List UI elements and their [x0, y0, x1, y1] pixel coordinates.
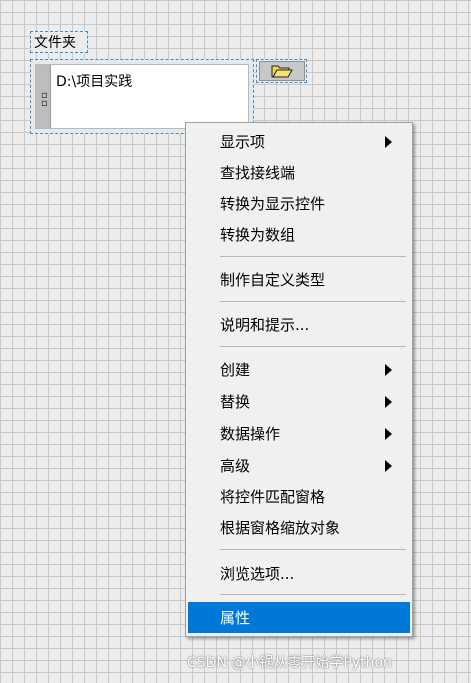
menu-item-properties[interactable]: 属性 — [188, 602, 410, 633]
menu-item-label: 根据窗格缩放对象 — [220, 519, 341, 537]
watermark: CSDN @小锅从零开始学Python — [187, 655, 392, 671]
menu-item-replace[interactable]: 替换 — [188, 386, 410, 417]
path-handle-icon: ▫ ▫ — [41, 90, 48, 109]
menu-item-make-type-def[interactable]: 制作自定义类型 — [188, 264, 410, 295]
menu-item-label: 创建 — [220, 361, 251, 379]
menu-item-label: 制作自定义类型 — [220, 271, 326, 289]
submenu-arrow-icon — [385, 363, 392, 376]
menu-item-label: 浏览选项... — [220, 565, 295, 583]
menu-item-scale-object-with-pane[interactable]: 根据窗格缩放对象 — [188, 512, 410, 543]
menu-item-display-items[interactable]: 显示项 — [188, 126, 410, 157]
path-field[interactable]: ▫ ▫ D:\项目实践 — [35, 64, 249, 129]
menu-item-change-to-array[interactable]: 转换为数组 — [188, 219, 410, 250]
menu-item-change-to-indicator[interactable]: 转换为显示控件 — [188, 188, 410, 219]
menu-item-fit-control-to-pane[interactable]: 将控件匹配窗格 — [188, 481, 410, 512]
submenu-arrow-icon — [385, 459, 392, 472]
menu-item-browse-options[interactable]: 浏览选项... — [188, 558, 410, 589]
path-gutter: ▫ ▫ — [36, 65, 51, 128]
submenu-arrow-icon — [385, 427, 392, 440]
context-menu: 显示项 查找接线端 转换为显示控件 转换为数组 制作自定义类型 说明和提示...… — [185, 122, 413, 637]
menu-item-data-operations[interactable]: 数据操作 — [188, 418, 410, 449]
menu-item-label: 替换 — [220, 393, 251, 411]
control-label-text: 文件夹 — [34, 35, 76, 51]
menu-item-label: 查找接线端 — [220, 164, 296, 182]
menu-item-label: 将控件匹配窗格 — [220, 488, 326, 506]
menu-item-label: 转换为数组 — [220, 226, 296, 244]
menu-item-label: 高级 — [220, 457, 251, 475]
menu-item-label: 转换为显示控件 — [220, 195, 326, 213]
path-value: D:\项目实践 — [56, 74, 133, 90]
menu-item-label: 属性 — [220, 609, 251, 627]
menu-item-label: 显示项 — [220, 133, 266, 151]
browse-button-face[interactable] — [258, 61, 305, 81]
menu-item-label: 数据操作 — [220, 425, 281, 443]
control-label: 文件夹 — [30, 31, 88, 53]
menu-separator — [220, 256, 406, 257]
menu-separator — [220, 549, 406, 550]
folder-open-icon — [271, 65, 293, 78]
submenu-arrow-icon — [385, 135, 392, 148]
menu-separator — [220, 301, 406, 302]
menu-item-create[interactable]: 创建 — [188, 354, 410, 385]
menu-item-description-tip[interactable]: 说明和提示... — [188, 309, 410, 340]
submenu-arrow-icon — [385, 395, 392, 408]
menu-item-label: 说明和提示... — [220, 316, 310, 334]
menu-separator — [220, 594, 406, 595]
browse-button[interactable] — [256, 59, 307, 83]
menu-item-advanced[interactable]: 高级 — [188, 450, 410, 481]
menu-separator — [220, 346, 406, 347]
menu-item-find-terminal[interactable]: 查找接线端 — [188, 157, 410, 188]
